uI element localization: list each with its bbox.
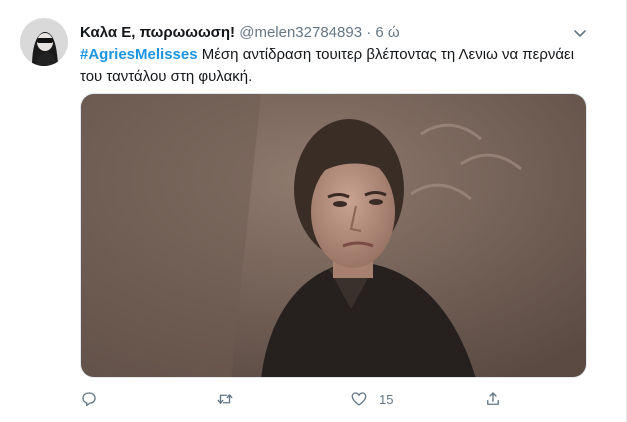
like-count: 15	[379, 391, 394, 407]
avatar-image	[20, 18, 68, 66]
retweet-button[interactable]	[216, 388, 234, 410]
tweet-actions: 15	[80, 388, 560, 412]
tweet-timestamp[interactable]: 6 ώ	[375, 24, 399, 41]
tweet[interactable]: Καλα Ε, πωρωωωση! @melen32784893 · 6 ώ #…	[0, 0, 627, 422]
heart-icon	[351, 392, 367, 406]
tweet-text: #AgriesMelisses Μέση αντίδραση τουιτερ β…	[80, 44, 600, 88]
separator-dot: ·	[366, 24, 372, 41]
chevron-down-icon[interactable]	[572, 25, 588, 41]
hashtag-link[interactable]: #AgriesMelisses	[80, 46, 198, 63]
display-name[interactable]: Καλα Ε, πωρωωωση!	[80, 24, 235, 41]
reply-button[interactable]	[80, 388, 98, 410]
tweet-media-image[interactable]	[80, 93, 587, 378]
share-icon	[487, 392, 499, 405]
reply-icon	[82, 392, 96, 407]
retweet-icon	[217, 394, 233, 404]
share-button[interactable]	[484, 388, 502, 410]
like-button[interactable]: 15	[350, 388, 393, 410]
tweet-header: Καλα Ε, πωρωωωση! @melen32784893 · 6 ώ	[80, 23, 400, 43]
user-handle[interactable]: @melen32784893	[239, 24, 362, 41]
avatar[interactable]	[20, 18, 68, 66]
